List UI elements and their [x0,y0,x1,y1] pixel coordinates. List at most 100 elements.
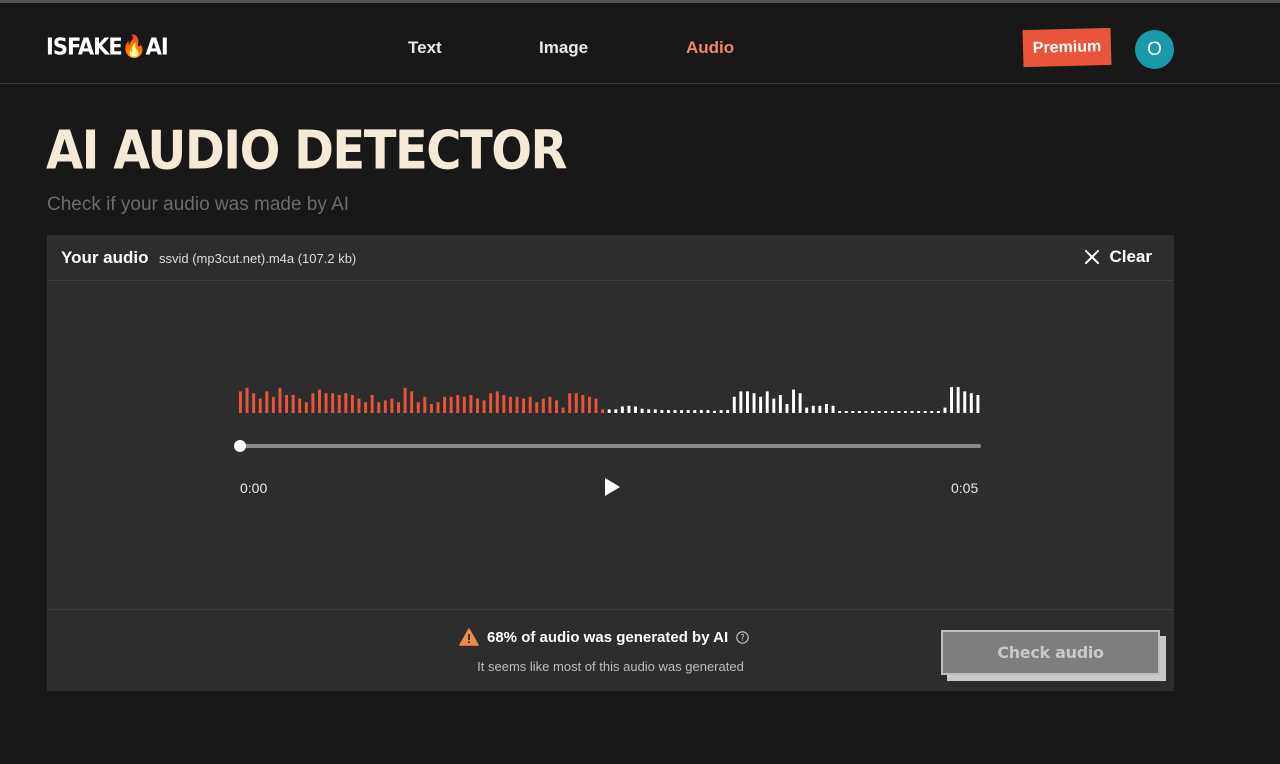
help-icon[interactable]: ? [736,630,749,644]
waveform-bar [252,393,256,413]
waveform-bar [291,395,295,413]
site-logo[interactable]: ISFAKE🔥AI [46,32,169,60]
waveform-bar [976,395,980,413]
waveform-bar [548,396,552,413]
check-audio-button[interactable]: Check audio [941,630,1160,675]
waveform-bar [397,402,400,413]
waveform-bar [752,393,756,413]
waveform-bar [364,402,368,413]
waveform-bar [304,402,308,413]
waveform-bar [956,387,960,413]
waveform-bar [851,411,855,413]
result-summary: 68% of audio was generated by AI ? [459,628,749,646]
waveform-bar [930,411,934,413]
premium-button[interactable]: Premium [1022,27,1112,68]
waveform-bar [581,395,585,413]
waveform-bar [831,405,835,413]
waveform-bar [844,411,848,413]
waveform-bar [489,393,493,413]
waveform-bar [383,400,387,413]
waveform-bar [627,405,631,413]
waveform-bar [245,387,249,413]
waveform-bar [963,391,967,413]
waveform-bar [739,391,743,413]
waveform-bar [469,395,473,413]
waveform-bar [535,402,539,413]
waveform-bar [726,410,730,413]
waveform-bar [285,395,289,413]
waveform-bar [798,393,802,413]
nav-link-text[interactable]: Text [408,38,442,58]
warning-icon [459,628,479,646]
waveform-bar [877,411,881,413]
waveform-bar [778,395,782,413]
clear-button[interactable]: Clear [1084,247,1152,267]
waveform-bar [792,389,796,413]
seek-handle[interactable] [234,440,246,452]
waveform-bar [541,398,545,413]
waveform-bar [370,395,374,413]
waveform-bar [640,408,644,413]
waveform-bar [706,410,710,413]
waveform-bar [522,398,526,413]
page-title: AI AUDIO DETECTOR [46,119,567,182]
waveform-bar [324,393,328,413]
waveform-bar [271,396,275,413]
waveform-bar [462,396,466,413]
waveform-bar [871,411,875,413]
waveform-bar [732,396,736,413]
current-time: 0:00 [240,480,268,496]
waveform-bar [910,411,914,413]
waveform-bar [864,411,868,413]
waveform-bar [331,393,335,413]
waveform-bar [443,396,447,413]
waveform-bar [357,398,361,413]
waveform-bar [884,411,888,413]
close-icon [1085,250,1100,264]
page-subtitle: Check if your audio was made by AI [47,194,350,215]
file-name: ssvid (mp3cut.net).m4a (107.2 kb) [159,251,357,266]
waveform-bar [759,396,763,413]
waveform-bar [258,398,262,413]
waveform-bar [857,411,861,413]
waveform-bar [838,411,842,413]
waveform-bar [476,398,479,413]
play-icon[interactable] [601,476,623,498]
nav-link-image[interactable]: Image [539,38,588,58]
nav-link-audio[interactable]: Audio [686,38,734,58]
waveform-bar [298,398,302,413]
waveform-bar [785,404,789,413]
waveform-bar [561,407,565,413]
waveform-bar [594,398,598,413]
waveform-bar [350,395,354,413]
waveform-bar [699,410,703,413]
waveform-bar [647,409,651,413]
seek-bar[interactable] [240,444,981,448]
audio-panel: Your audio ssvid (mp3cut.net).m4a (107.2… [47,235,1174,691]
waveform-bar [719,410,723,413]
avatar[interactable]: O [1135,30,1174,69]
waveform-bar [515,396,519,413]
waveform-bar [390,398,394,413]
waveform-bar [969,393,973,413]
fire-icon: 🔥 [121,32,147,59]
waveform-bar [601,409,605,413]
waveform-bar [693,410,697,413]
waveform-bar [429,404,433,413]
waveform-bar [923,411,927,413]
waveform-bar [614,409,618,413]
waveform-bar [344,393,348,413]
svg-text:?: ? [740,633,745,643]
your-audio-label: Your audio [61,248,149,267]
waveform-bar [943,407,947,413]
audio-waveform[interactable] [239,375,983,415]
waveform-bar [337,395,341,413]
waveform-bar [686,410,690,413]
waveform-bar [587,396,591,413]
waveform-bar [950,387,954,413]
waveform-bar [805,407,809,413]
waveform-bar [456,395,460,413]
waveform-bar [574,393,578,413]
waveform-bar [936,411,940,413]
waveform-bar [897,411,901,413]
